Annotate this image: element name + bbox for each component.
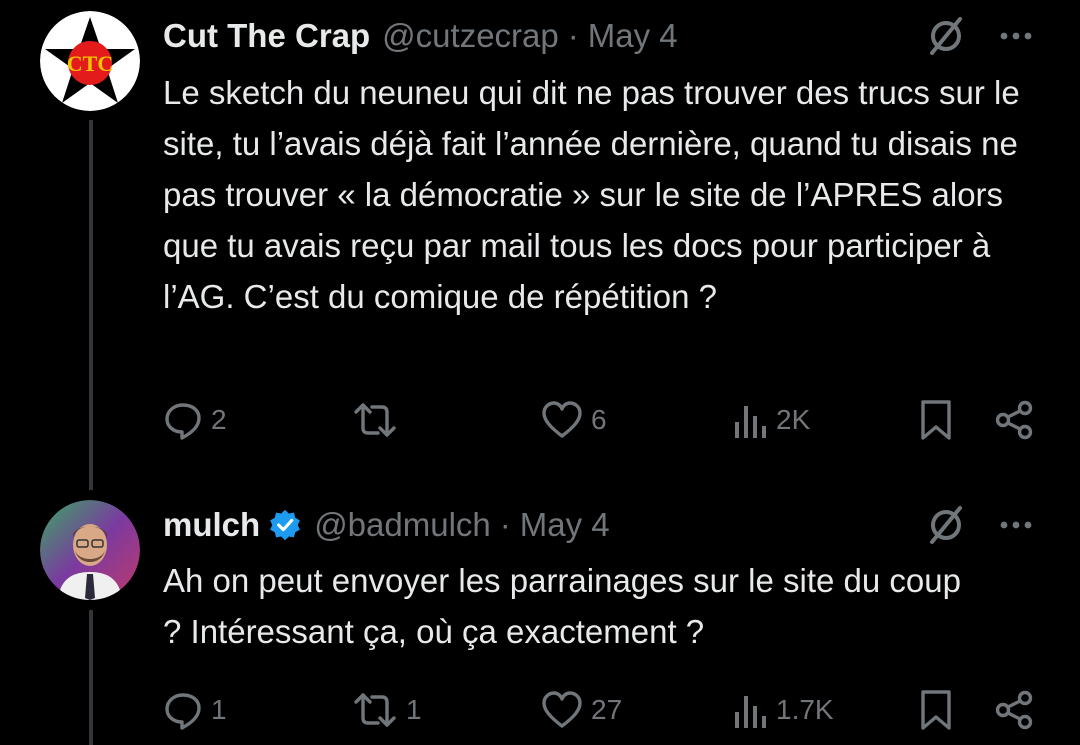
like-button[interactable]: 6 xyxy=(541,400,607,440)
more-icon[interactable] xyxy=(996,505,1036,545)
share-button[interactable] xyxy=(994,400,1034,440)
bookmark-icon xyxy=(921,690,951,730)
bookmark-icon xyxy=(921,400,951,440)
reply-icon xyxy=(165,403,201,440)
reply-count: 2 xyxy=(211,404,227,435)
tweet[interactable]: CTC Cut The Crap @cutzecrap · May 4 Le s… xyxy=(0,0,1080,490)
tweet-header: Cut The Crap @cutzecrap · May 4 xyxy=(163,16,678,56)
repost-button[interactable] xyxy=(352,400,406,440)
more-icon[interactable] xyxy=(996,16,1036,56)
grok-icon[interactable] xyxy=(924,503,968,547)
repost-button[interactable]: 1 xyxy=(352,690,422,730)
repost-icon xyxy=(354,693,396,727)
share-icon xyxy=(995,690,1033,730)
tweet-text: Le sketch du neuneu qui dit ne pas trouv… xyxy=(163,74,1020,315)
tweet-text: Ah on peut envoyer les parrainages sur l… xyxy=(163,562,961,650)
reply-icon xyxy=(165,693,201,730)
tweet-date[interactable]: May 4 xyxy=(588,17,678,55)
author-name[interactable]: mulch xyxy=(163,506,260,544)
views-count: 2K xyxy=(776,404,811,435)
verified-icon xyxy=(270,509,301,541)
separator-dot: · xyxy=(567,17,579,54)
avatar[interactable]: CTC xyxy=(40,11,140,111)
share-icon xyxy=(995,400,1033,440)
avatar[interactable] xyxy=(40,500,140,600)
views-button[interactable]: 1.7K xyxy=(732,690,834,730)
like-icon xyxy=(542,691,582,728)
share-button[interactable] xyxy=(994,690,1034,730)
author-name[interactable]: Cut The Crap xyxy=(163,17,370,55)
reply-count: 1 xyxy=(211,694,227,725)
like-count: 27 xyxy=(591,694,623,725)
author-handle[interactable]: @badmulch xyxy=(314,506,491,544)
separator-dot: · xyxy=(499,506,511,543)
like-icon xyxy=(542,401,582,438)
like-count: 6 xyxy=(591,404,607,435)
repost-count: 1 xyxy=(406,694,422,725)
author-handle[interactable]: @cutzecrap xyxy=(382,17,559,55)
reply-button[interactable]: 2 xyxy=(163,400,227,440)
action-bar: 2 6 2K xyxy=(0,400,1080,440)
bookmark-button[interactable] xyxy=(918,690,954,730)
tweet-header: mulch @badmulch · May 4 xyxy=(163,505,610,545)
reply-button[interactable]: 1 xyxy=(163,690,227,730)
tweet[interactable]: mulch @badmulch · May 4 Ah on peut envoy… xyxy=(0,490,1080,745)
tweet-date[interactable]: May 4 xyxy=(520,506,610,544)
views-icon xyxy=(735,696,766,728)
views-icon xyxy=(735,406,766,438)
like-button[interactable]: 27 xyxy=(541,690,622,730)
action-bar: 1 1 27 1.7K xyxy=(0,690,1080,730)
repost-icon xyxy=(354,403,396,437)
bookmark-button[interactable] xyxy=(918,400,954,440)
grok-icon[interactable] xyxy=(924,14,968,58)
svg-text:CTC: CTC xyxy=(67,51,113,76)
views-button[interactable]: 2K xyxy=(732,400,810,440)
views-count: 1.7K xyxy=(776,694,834,725)
